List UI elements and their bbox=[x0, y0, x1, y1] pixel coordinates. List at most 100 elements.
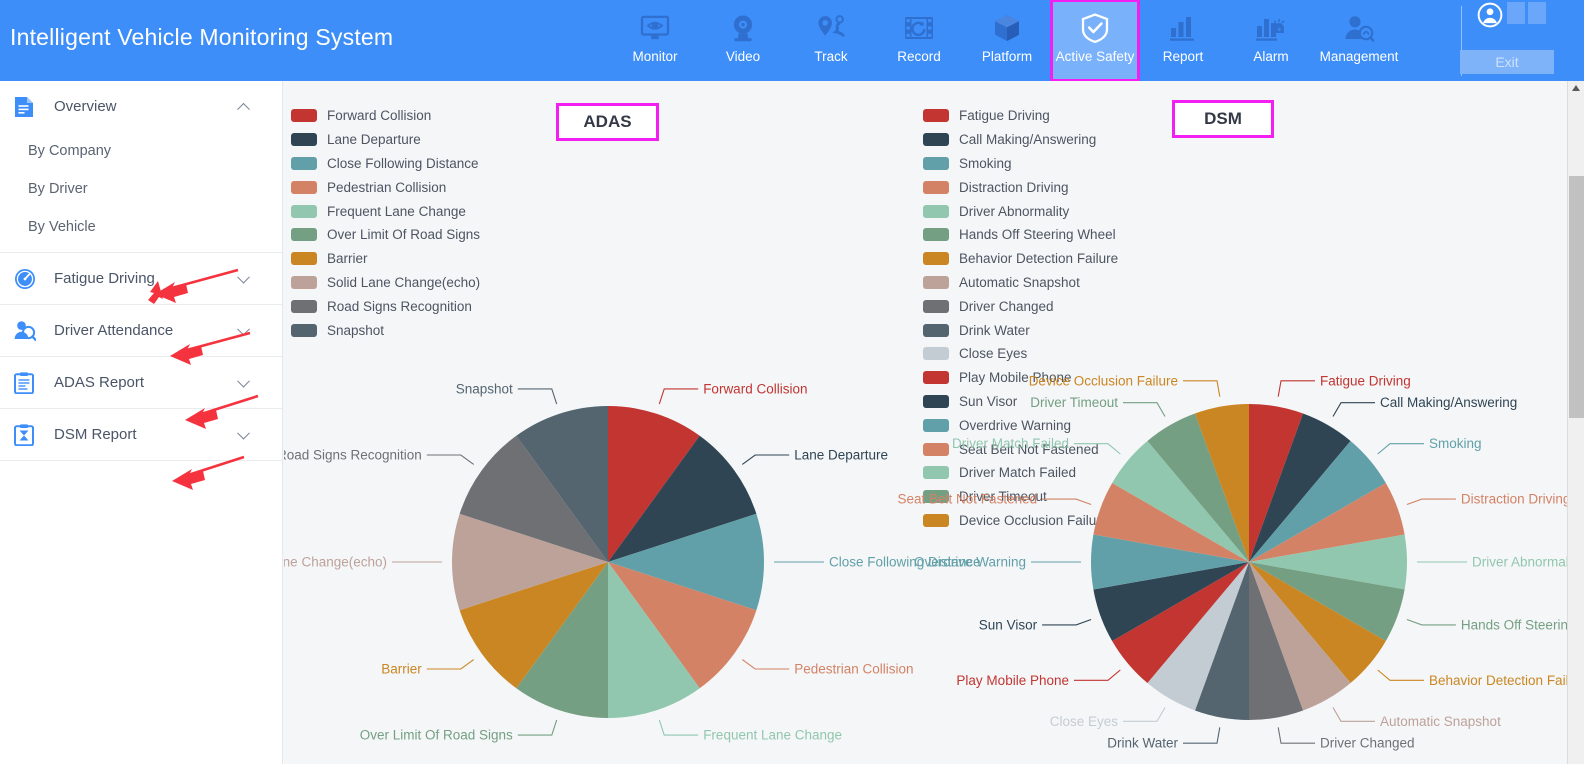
pie-leader-line bbox=[658, 388, 699, 405]
pie-slice-label: Driver Abnormality bbox=[1472, 555, 1568, 570]
pie-leader-line bbox=[1377, 669, 1424, 681]
sidebar-group-dsm-report: DSM Report bbox=[0, 409, 282, 461]
sidebar-subitem-by-company[interactable]: By Company bbox=[0, 132, 282, 170]
sidebar-item-label: Driver Attendance bbox=[54, 322, 174, 339]
clipboard-dsm-icon bbox=[14, 423, 40, 446]
nav-item-alarm[interactable]: Alarm bbox=[1227, 0, 1315, 81]
pie-leader-line bbox=[517, 388, 558, 405]
dsm-pie-wrap: Fatigue Driving Call Making/Answering Smok… bbox=[898, 81, 1568, 764]
pie-slice-label: Lane Departure bbox=[794, 448, 888, 463]
pie-leader-line bbox=[1406, 498, 1456, 506]
sidebar-item-label: Overview bbox=[54, 98, 117, 115]
pie-leader-line bbox=[426, 454, 475, 465]
exit-button[interactable]: Exit bbox=[1460, 50, 1554, 74]
pie-slice-label: Device Occlusion Failure bbox=[1029, 373, 1178, 388]
user-search-icon bbox=[1344, 10, 1374, 46]
sidebar-item-overview[interactable]: Overview bbox=[0, 81, 282, 132]
nav-item-report[interactable]: Report bbox=[1139, 0, 1227, 81]
sidebar-subitem-by-vehicle[interactable]: By Vehicle bbox=[0, 208, 282, 246]
nav-item-management[interactable]: Management bbox=[1315, 0, 1403, 81]
pie-slice-label: Frequent Lane Change bbox=[703, 728, 842, 743]
pie-slice-label: Road Signs Recognition bbox=[284, 448, 422, 463]
pie-slice-label: Play Mobile Phone bbox=[956, 673, 1069, 688]
sidebar-item-label: DSM Report bbox=[54, 426, 137, 443]
map-pin-route-icon bbox=[816, 10, 846, 46]
nav-item-monitor[interactable]: Monitor bbox=[611, 0, 699, 81]
nav-item-label: Platform bbox=[981, 49, 1033, 64]
pie-slice-label: Automatic Snapshot bbox=[1380, 714, 1501, 729]
sidebar-submenu: By Company By Driver By Vehicle bbox=[0, 132, 282, 252]
chevron-down-icon[interactable] bbox=[237, 270, 250, 284]
driver-search-icon bbox=[14, 320, 40, 342]
cube-icon bbox=[993, 10, 1021, 46]
pie-leader-line bbox=[1183, 727, 1221, 744]
nav-item-label: Management bbox=[1319, 49, 1399, 64]
pie-slice-label: Distraction Driving bbox=[1461, 492, 1568, 507]
pie-slice-label: Snapshot bbox=[456, 381, 513, 396]
alarm-chart-icon bbox=[1256, 10, 1286, 46]
nav-item-active-safety[interactable]: Active Safety bbox=[1050, 0, 1140, 82]
pie-leader-line bbox=[1332, 402, 1375, 417]
nav-item-label: Video bbox=[725, 49, 761, 64]
pie-slice-label: Overdrive Warning bbox=[914, 555, 1026, 570]
pie-leader-line bbox=[741, 659, 790, 670]
chevron-up-icon[interactable] bbox=[237, 102, 250, 116]
pie-leader-line bbox=[1377, 443, 1424, 455]
dsm-pie-chart[interactable]: Fatigue Driving Call Making/Answering Smok… bbox=[898, 81, 1568, 764]
pie-leader-line bbox=[1074, 669, 1121, 681]
clipboard-adas-icon bbox=[14, 371, 40, 394]
page-title: Intelligent Vehicle Monitoring System bbox=[10, 24, 394, 50]
pie-leader-line bbox=[1123, 402, 1166, 417]
nav-item-label: Track bbox=[814, 49, 848, 64]
vertical-scrollbar[interactable] bbox=[1567, 81, 1584, 764]
main-navigation: Monitor Video Track Record Platform Active Sa… bbox=[611, 0, 1403, 82]
pie-slice-label: Pedestrian Collision bbox=[794, 662, 913, 677]
user-avatar-icon[interactable] bbox=[1477, 2, 1503, 33]
pie-leader-line bbox=[1042, 618, 1092, 626]
content-area: Forward Collision Lane Departure Close Fol… bbox=[284, 81, 1568, 764]
sidebar-item-adas-report[interactable]: ADAS Report bbox=[0, 357, 282, 408]
chevron-down-icon[interactable] bbox=[237, 426, 250, 440]
pie-leader-line bbox=[1406, 618, 1456, 626]
application-root: Intelligent Vehicle Monitoring System Mo… bbox=[0, 0, 1584, 764]
nav-item-label: Alarm bbox=[1253, 49, 1289, 64]
sidebar-group-adas-report: ADAS Report bbox=[0, 357, 282, 409]
pie-slice-label: Call Making/Answering bbox=[1380, 395, 1517, 410]
scroll-up-arrow-icon[interactable] bbox=[1572, 85, 1580, 91]
pie-slice-label: Behavior Detection Failure bbox=[1429, 673, 1568, 688]
sidebar-item-fatigue-driving[interactable]: Fatigue Driving bbox=[0, 253, 282, 304]
camera-icon bbox=[730, 10, 756, 46]
nav-item-label: Monitor bbox=[632, 49, 678, 64]
pie-slice-label: Close Eyes bbox=[1050, 714, 1119, 729]
pie-leader-line bbox=[517, 719, 558, 736]
pie-leader-line bbox=[1074, 443, 1121, 455]
pie-slice-label: Driver Match Failed bbox=[952, 436, 1069, 451]
adas-pie-chart[interactable]: Forward CollisionLane DepartureClose Fol… bbox=[284, 81, 981, 764]
chevron-down-icon[interactable] bbox=[237, 374, 250, 388]
pie-leader-line bbox=[658, 719, 699, 736]
monitor-eye-icon bbox=[640, 10, 670, 46]
pie-leader-line bbox=[1042, 498, 1092, 506]
app-header: Intelligent Vehicle Monitoring System Mo… bbox=[0, 0, 1584, 82]
pie-leader-line bbox=[1277, 380, 1315, 397]
sidebar-item-dsm-report[interactable]: DSM Report bbox=[0, 409, 282, 460]
nav-item-track[interactable]: Track bbox=[787, 0, 875, 81]
sidebar-group-fatigue-driving: Fatigue Driving bbox=[0, 253, 282, 305]
sidebar: Overview By Company By Driver By Vehicle Fat… bbox=[0, 81, 283, 764]
pie-slice-label: Driver Timeout bbox=[1030, 395, 1118, 410]
pie-leader-line bbox=[1277, 727, 1315, 744]
pie-leader-line bbox=[426, 659, 475, 670]
nav-item-video[interactable]: Video bbox=[699, 0, 787, 81]
chevron-down-icon[interactable] bbox=[237, 322, 250, 336]
adas-pie-wrap: Forward Collision Lane Departure Close Fol… bbox=[284, 81, 981, 764]
sidebar-item-driver-attendance[interactable]: Driver Attendance bbox=[0, 305, 282, 356]
nav-item-platform[interactable]: Platform bbox=[963, 0, 1051, 81]
nav-item-record[interactable]: Record bbox=[875, 0, 963, 81]
pie-slice-label: Solid Lane Change(echo) bbox=[284, 555, 387, 570]
sidebar-subitem-by-driver[interactable]: By Driver bbox=[0, 170, 282, 208]
pie-slice-label: Over Limit Of Road Signs bbox=[360, 728, 513, 743]
sidebar-group-overview: Overview By Company By Driver By Vehicle bbox=[0, 81, 282, 253]
scrollbar-thumb[interactable] bbox=[1569, 176, 1584, 418]
pie-slice-label: Seat Belt Not Fastened bbox=[898, 492, 1038, 507]
nav-item-label: Active Safety bbox=[1055, 49, 1135, 64]
